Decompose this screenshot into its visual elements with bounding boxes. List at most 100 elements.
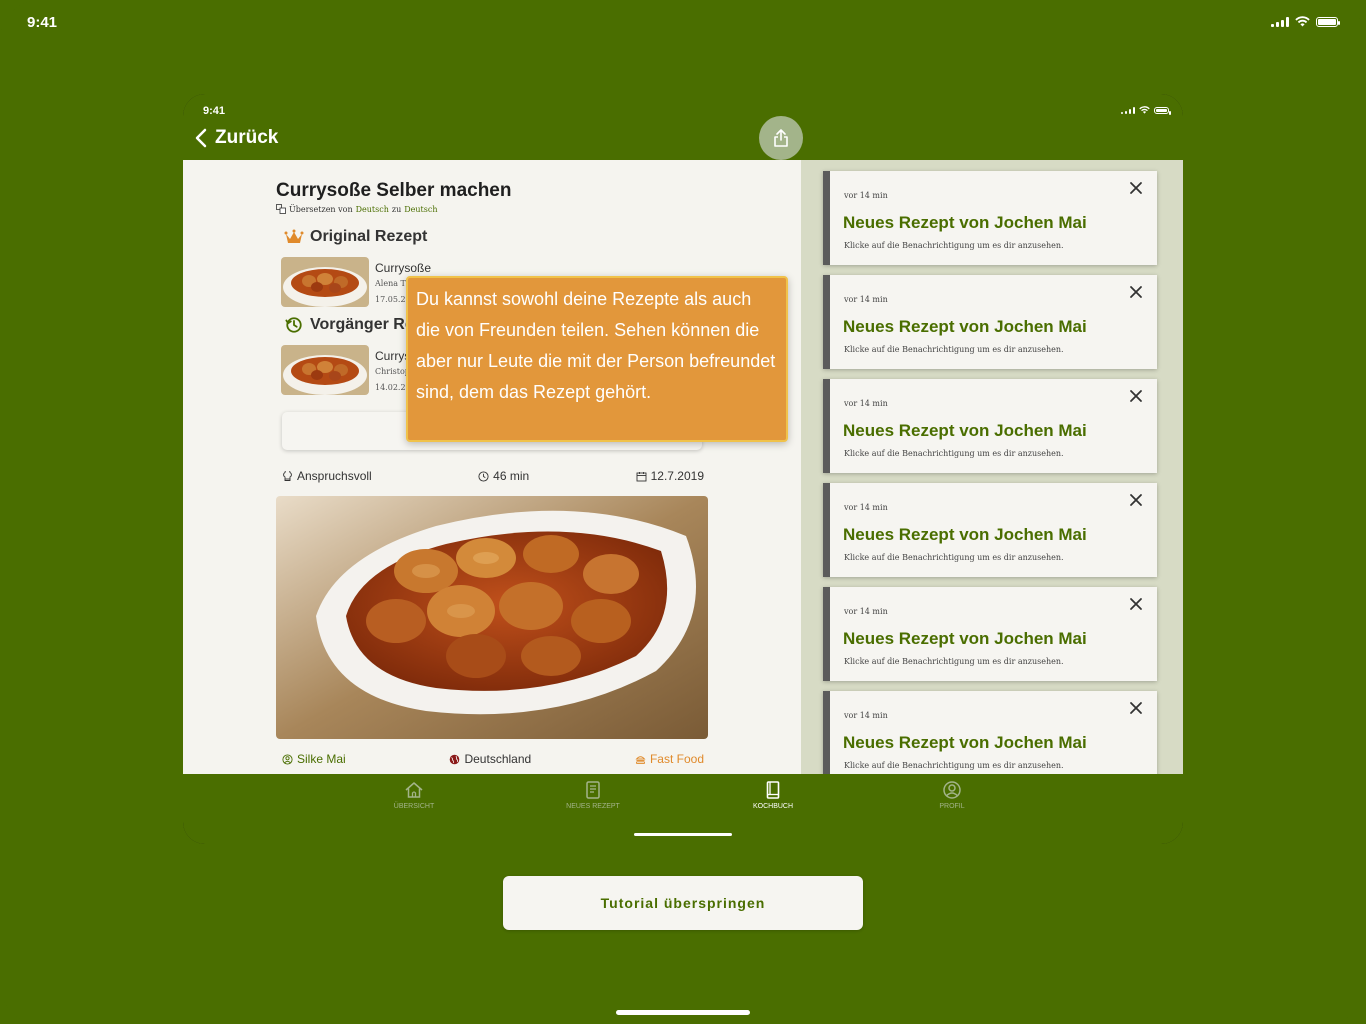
tab-profil[interactable]: Profil xyxy=(902,780,1002,810)
notification-body: Klicke auf die Benachrichtigung um es di… xyxy=(844,761,1064,770)
original-recipe-author: Alena T xyxy=(375,279,406,288)
original-recipe-heading: Original Rezept xyxy=(284,228,427,246)
notification-time: vor 14 min xyxy=(844,399,888,408)
predecessor-recipe-thumbnail xyxy=(281,345,369,395)
inner-signal-icon xyxy=(1121,106,1135,114)
notification-title: Neues Rezept von Jochen Mai xyxy=(843,317,1087,336)
tab-uebersicht[interactable]: Übersicht xyxy=(364,780,464,810)
fast-food-icon xyxy=(635,755,646,764)
inner-wifi-icon xyxy=(1139,106,1150,114)
share-button[interactable] xyxy=(759,116,803,160)
home-indicator-inner xyxy=(634,833,732,836)
crown-icon xyxy=(284,229,304,243)
chef-hat-icon xyxy=(283,470,292,481)
translate-to[interactable]: Deutsch xyxy=(404,205,437,214)
notification-card[interactable]: vor 14 min Neues Rezept von Jochen Mai Kli… xyxy=(823,483,1157,577)
skip-tutorial-button[interactable]: Tutorial überspringen xyxy=(503,876,863,930)
recipe-date: 12.7.2019 xyxy=(636,469,704,483)
history-icon xyxy=(285,317,302,333)
country-tag[interactable]: Deutschland xyxy=(449,752,531,766)
close-icon[interactable] xyxy=(1129,701,1143,715)
notification-time: vor 14 min xyxy=(844,503,888,512)
notification-card[interactable]: vor 14 min Neues Rezept von Jochen Mai Kli… xyxy=(823,691,1157,774)
signal-icon xyxy=(1271,16,1289,27)
notification-time: vor 14 min xyxy=(844,607,888,616)
notification-body: Klicke auf die Benachrichtigung um es di… xyxy=(844,553,1064,562)
notification-card[interactable]: vor 14 min Neues Rezept von Jochen Mai Kli… xyxy=(823,587,1157,681)
notification-title: Neues Rezept von Jochen Mai xyxy=(843,629,1087,648)
back-label: Zurück xyxy=(215,127,279,148)
tab-bar: Übersicht Neues Rezept Kochbuch Profil xyxy=(183,774,1183,844)
user-icon xyxy=(282,753,293,765)
tab-neues-rezept-label: Neues Rezept xyxy=(566,803,620,810)
inner-status-time: 9:41 xyxy=(203,105,226,117)
recipe-detail: Currysoße Selber machen Übersetzen von D… xyxy=(183,160,801,774)
category-label: Fast Food xyxy=(649,752,704,766)
tab-kochbuch[interactable]: Kochbuch xyxy=(723,780,823,810)
close-icon[interactable] xyxy=(1129,389,1143,403)
notification-time: vor 14 min xyxy=(844,191,888,200)
duration: 46 min xyxy=(478,469,529,483)
globe-icon xyxy=(450,754,460,764)
top-bar: 9:41 Zurück xyxy=(183,94,1183,160)
back-button[interactable]: Zurück xyxy=(195,127,278,149)
tutorial-screen: 9:41 9:41 Zurück Currysoße Selber machen xyxy=(0,0,1366,1024)
difficulty: Anspruchsvoll xyxy=(282,469,372,483)
translation-info: Übersetzen von Deutsch zu Deutsch xyxy=(276,204,438,214)
device-preview: 9:41 Zurück Currysoße Selber machen Über… xyxy=(183,94,1183,844)
category-tag[interactable]: Fast Food xyxy=(635,752,704,766)
notification-body: Klicke auf die Benachrichtigung um es di… xyxy=(844,449,1064,458)
main-content: Currysoße Selber machen Übersetzen von D… xyxy=(183,160,1183,774)
recipe-title: Currysoße Selber machen xyxy=(276,180,512,201)
close-icon[interactable] xyxy=(1129,181,1143,195)
duration-label: 46 min xyxy=(493,469,530,483)
profile-icon xyxy=(943,781,961,799)
recipe-hero-image xyxy=(276,496,708,739)
status-icons xyxy=(1271,16,1340,27)
translate-mid: zu xyxy=(391,204,402,214)
tab-kochbuch-label: Kochbuch xyxy=(752,803,794,810)
tutorial-tooltip: Du kannst sowohl deine Rezepte als auch … xyxy=(406,276,788,442)
translate-icon xyxy=(276,204,286,214)
translate-prefix: Übersetzen von xyxy=(289,204,353,214)
country-label: Deutschland xyxy=(464,752,532,766)
notification-card[interactable]: vor 14 min Neues Rezept von Jochen Mai Kli… xyxy=(823,379,1157,473)
new-recipe-icon xyxy=(586,781,600,799)
difficulty-label: Anspruchsvoll xyxy=(297,469,372,483)
recipe-meta: Anspruchsvoll 46 min 12.7.2019 xyxy=(282,469,704,483)
notification-time: vor 14 min xyxy=(844,711,888,720)
notification-body: Klicke auf die Benachrichtigung um es di… xyxy=(844,657,1064,666)
notification-card[interactable]: vor 14 min Neues Rezept von Jochen Mai Kli… xyxy=(823,275,1157,369)
notification-body: Klicke auf die Benachrichtigung um es di… xyxy=(844,241,1064,250)
notification-title: Neues Rezept von Jochen Mai xyxy=(843,213,1087,232)
inner-status-icons xyxy=(1121,106,1171,115)
translate-from[interactable]: Deutsch xyxy=(356,205,389,214)
status-time: 9:41 xyxy=(27,14,58,31)
home-icon xyxy=(405,782,423,798)
chevron-left-icon xyxy=(195,128,207,148)
author-label: Silke Mai xyxy=(297,752,346,766)
notifications-panel: vor 14 min Neues Rezept von Jochen Mai Kli… xyxy=(801,160,1183,774)
tab-neues-rezept[interactable]: Neues Rezept xyxy=(543,780,643,810)
recipe-date-label: 12.7.2019 xyxy=(650,469,704,483)
close-icon[interactable] xyxy=(1129,597,1143,611)
original-recipe-title: Currysoße xyxy=(375,261,432,275)
notification-card[interactable]: vor 14 min Neues Rezept von Jochen Mai Kli… xyxy=(823,171,1157,265)
close-icon[interactable] xyxy=(1129,285,1143,299)
notification-time: vor 14 min xyxy=(844,295,888,304)
cookbook-icon xyxy=(766,781,780,799)
close-icon[interactable] xyxy=(1129,493,1143,507)
home-indicator xyxy=(616,1010,750,1015)
original-recipe-thumbnail xyxy=(281,257,369,307)
share-icon xyxy=(774,129,788,147)
notification-title: Neues Rezept von Jochen Mai xyxy=(843,733,1087,752)
notification-title: Neues Rezept von Jochen Mai xyxy=(843,525,1087,544)
clock-icon xyxy=(478,470,489,482)
tab-profil-label: Profil xyxy=(939,803,965,810)
recipe-tags: Silke Mai Deutschland Fast Food xyxy=(282,752,704,766)
original-heading-label: Original Rezept xyxy=(310,228,428,245)
inner-battery-icon xyxy=(1154,106,1171,115)
author-tag[interactable]: Silke Mai xyxy=(282,752,346,766)
tab-uebersicht-label: Übersicht xyxy=(393,803,435,810)
calendar-icon xyxy=(636,471,647,481)
